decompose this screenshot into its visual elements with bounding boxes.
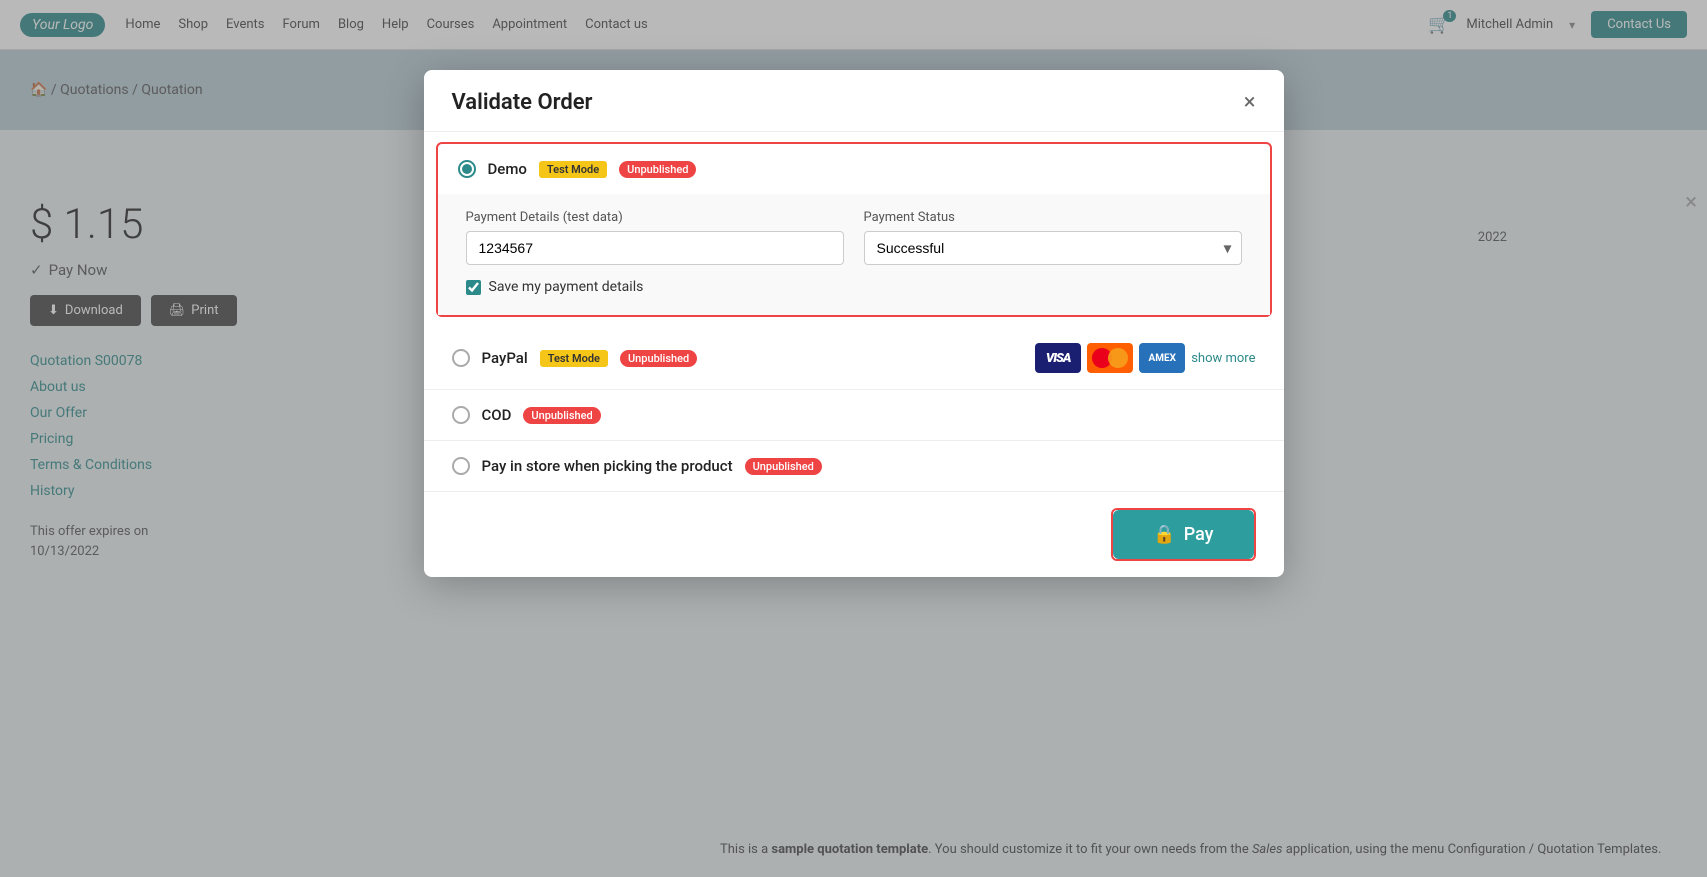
pay-button-container: 🔒 Pay <box>1111 508 1255 561</box>
store-label: Pay in store when picking the product <box>482 457 733 475</box>
visa-card-icon: VISA <box>1035 343 1081 373</box>
pay-button[interactable]: 🔒 Pay <box>1113 510 1253 559</box>
modal-close-button[interactable]: × <box>1244 92 1256 114</box>
modal-footer: 🔒 Pay <box>424 492 1284 577</box>
payment-details-input[interactable] <box>466 231 844 265</box>
show-more-link[interactable]: show more <box>1191 351 1255 366</box>
validate-order-modal: Validate Order × Demo Test Mode Unpublis… <box>424 70 1284 577</box>
save-payment-label: Save my payment details <box>489 279 644 295</box>
payment-option-demo[interactable]: Demo Test Mode Unpublished <box>438 144 1270 194</box>
radio-cod[interactable] <box>452 406 470 424</box>
paypal-label: PayPal <box>482 349 528 367</box>
payment-option-store[interactable]: Pay in store when picking the product Un… <box>424 441 1284 492</box>
content-area: 🏠 / Quotations / Quotation $ 1.15 ✓ Pay … <box>0 50 1707 877</box>
amex-card-icon: AMEX <box>1139 343 1185 373</box>
pay-label: Pay <box>1184 524 1214 545</box>
payment-form-row: Payment Details (test data) Payment Stat… <box>466 210 1242 265</box>
paypal-test-mode-badge: Test Mode <box>540 350 608 367</box>
payment-option-paypal[interactable]: PayPal Test Mode Unpublished VISA AMEX s… <box>424 327 1284 390</box>
demo-test-mode-badge: Test Mode <box>539 161 607 178</box>
paypal-unpublished-badge: Unpublished <box>620 350 697 367</box>
demo-label: Demo <box>488 160 527 178</box>
card-icons: VISA AMEX show more <box>1035 343 1255 373</box>
payment-status-group: Payment Status Successful Failed Pending <box>864 210 1242 265</box>
payment-status-label: Payment Status <box>864 210 1242 225</box>
payment-status-select[interactable]: Successful Failed Pending <box>864 231 1242 265</box>
cod-label: COD <box>482 406 512 424</box>
modal-header: Validate Order × <box>424 70 1284 132</box>
mastercard-icon <box>1087 343 1133 373</box>
modal-title: Validate Order <box>452 90 593 115</box>
cod-unpublished-badge: Unpublished <box>523 407 600 424</box>
payment-option-demo-container: Demo Test Mode Unpublished Payment Detai… <box>436 142 1272 317</box>
payment-option-cod[interactable]: COD Unpublished <box>424 390 1284 441</box>
demo-unpublished-badge: Unpublished <box>619 161 696 178</box>
save-payment-row: Save my payment details <box>466 279 1242 295</box>
modal-body: Demo Test Mode Unpublished Payment Detai… <box>424 132 1284 577</box>
payment-details-label: Payment Details (test data) <box>466 210 844 225</box>
dismiss-button[interactable]: × <box>1685 190 1697 215</box>
radio-demo[interactable] <box>458 160 476 178</box>
payment-details-section: Payment Details (test data) Payment Stat… <box>438 194 1270 315</box>
payment-status-select-wrapper: Successful Failed Pending <box>864 231 1242 265</box>
lock-icon: 🔒 <box>1153 524 1175 545</box>
save-payment-checkbox[interactable] <box>466 280 481 295</box>
radio-paypal[interactable] <box>452 349 470 367</box>
store-unpublished-badge: Unpublished <box>745 458 822 475</box>
payment-details-group: Payment Details (test data) <box>466 210 844 265</box>
radio-store[interactable] <box>452 457 470 475</box>
